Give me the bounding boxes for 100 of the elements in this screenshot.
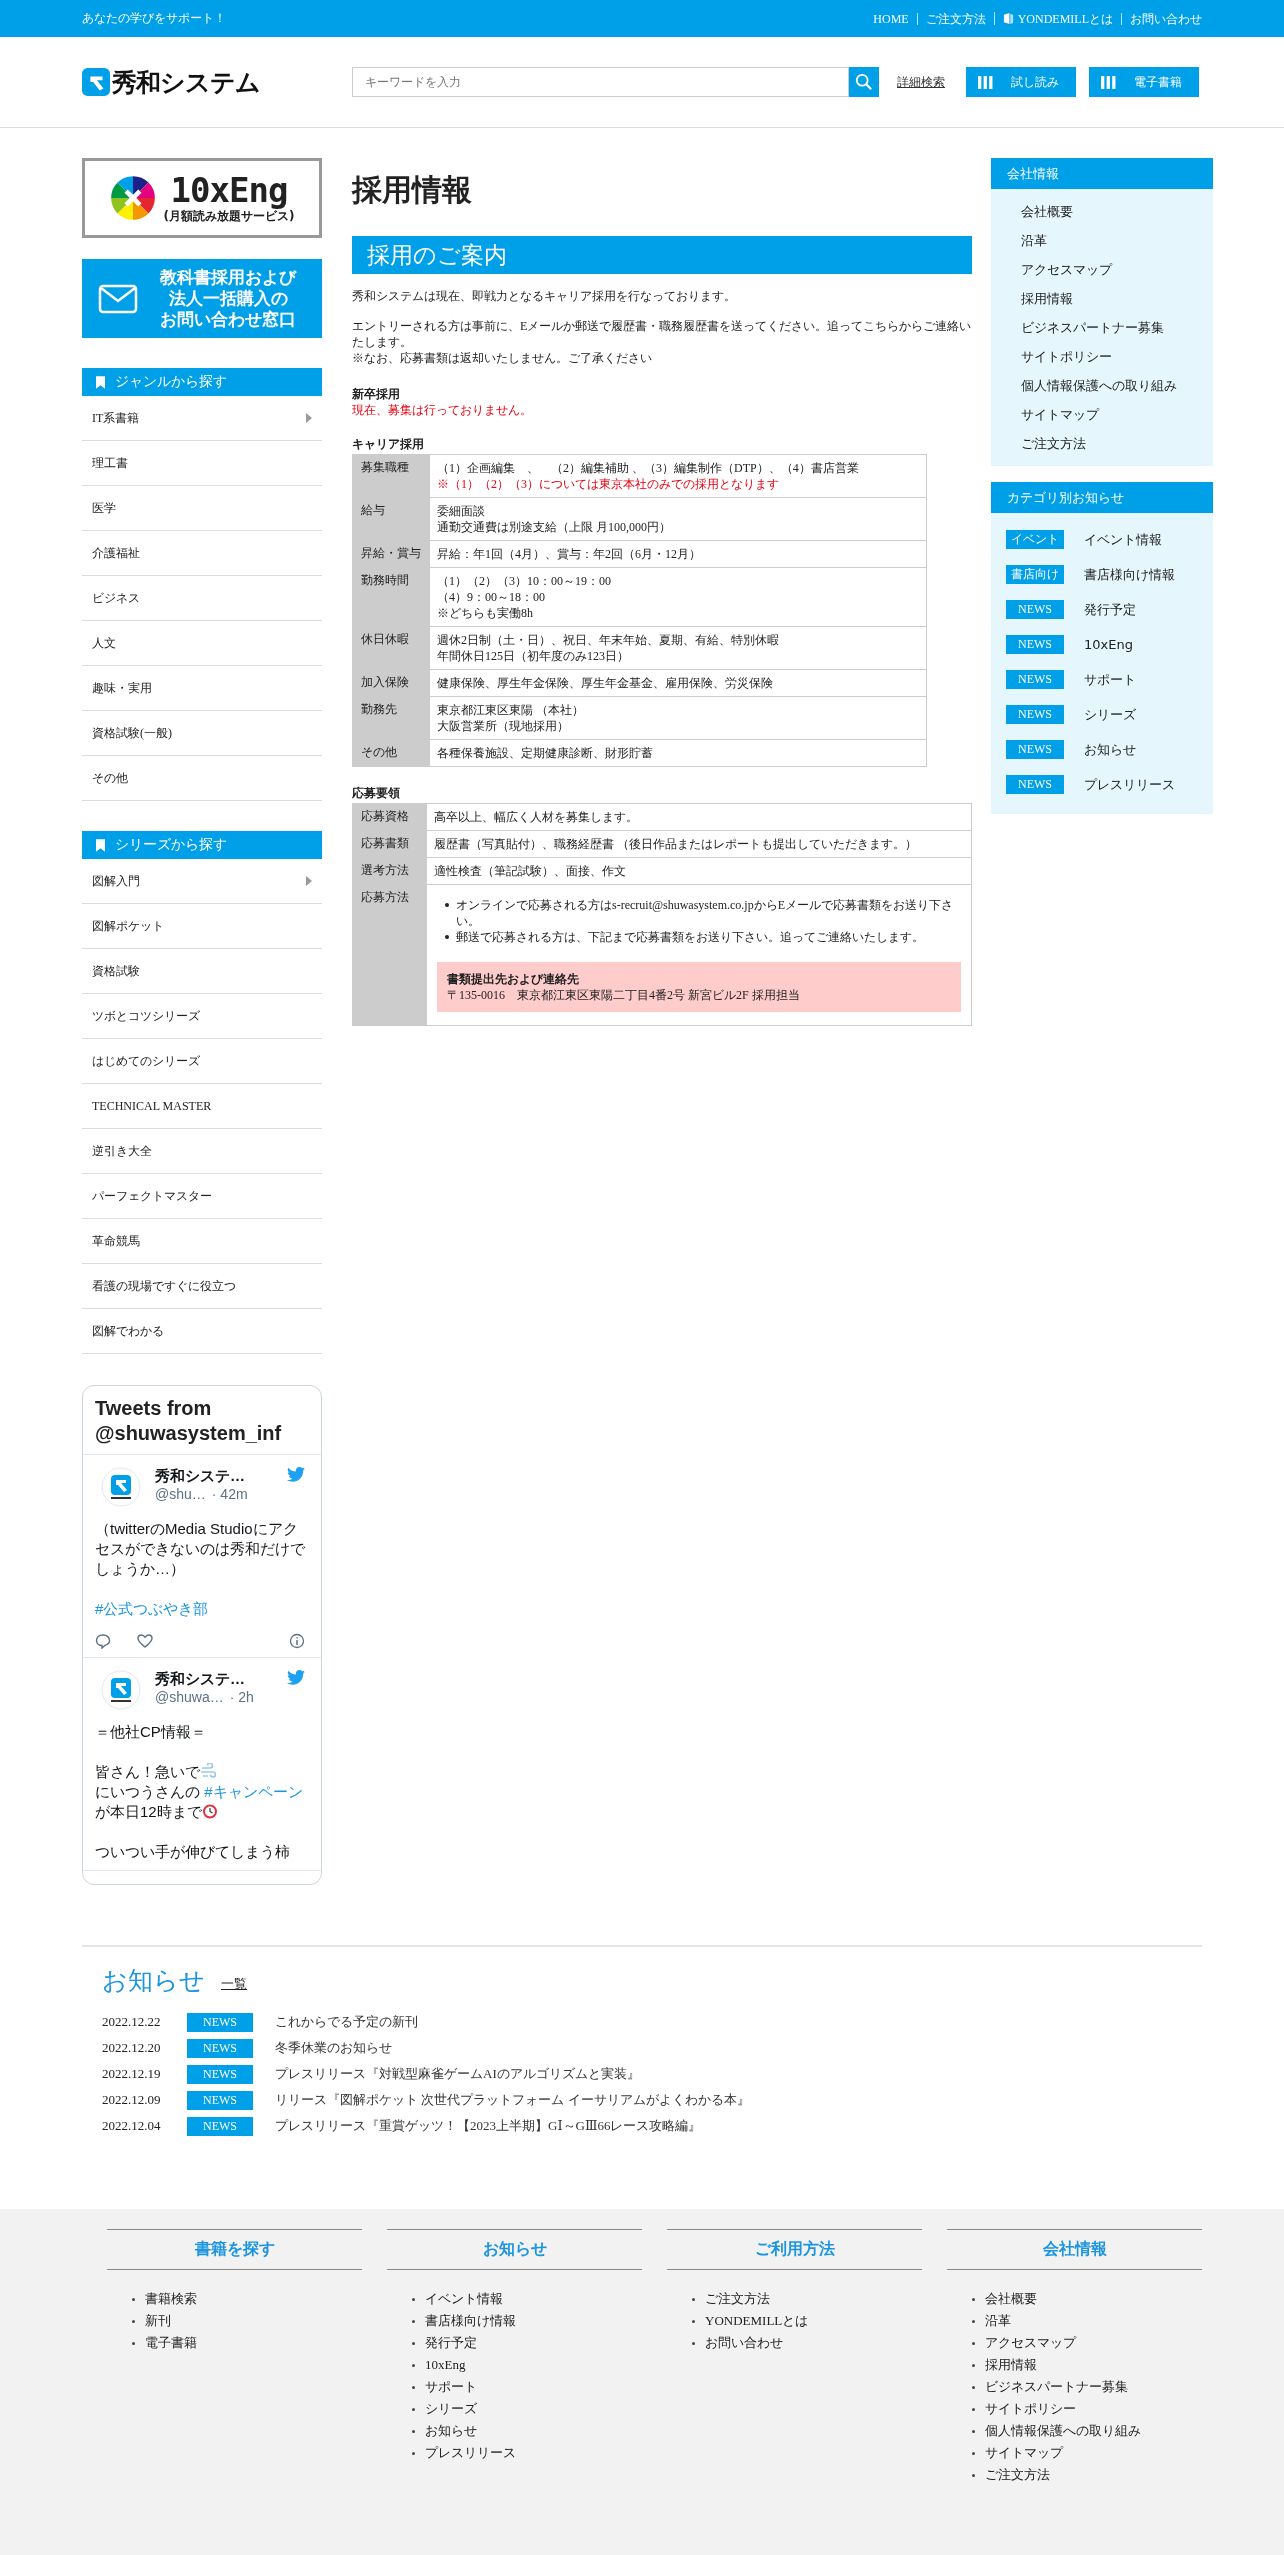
sidebar-link[interactable]: アクセスマップ [1021, 255, 1197, 284]
news-link[interactable]: 冬季休業のお知らせ [275, 2039, 392, 2057]
search-field[interactable]: キーワードを入力 [352, 67, 849, 97]
sidebar-item[interactable]: 趣味・実用 [82, 666, 322, 711]
bullet-icon [412, 2319, 415, 2323]
footer-link[interactable]: ビジネスパートナー募集 [985, 2378, 1128, 2396]
footer-link[interactable]: サイトマップ [985, 2444, 1063, 2462]
bullet-icon [445, 903, 449, 907]
footer-link[interactable]: アクセスマップ [985, 2334, 1076, 2352]
sidebar-link[interactable]: ビジネスパートナー募集 [1021, 313, 1197, 342]
news-tag: NEWS [187, 2038, 253, 2058]
sidebar-item[interactable]: パーフェクトマスター [82, 1174, 322, 1219]
tweet-time[interactable]: · 42m [211, 1486, 248, 1502]
sidebar-link[interactable]: 会社概要 [1021, 197, 1197, 226]
heart-icon[interactable] [137, 1633, 153, 1649]
footer-link[interactable]: 会社概要 [985, 2290, 1037, 2308]
footer-link[interactable]: プレスリリース [425, 2444, 516, 2462]
footer-link[interactable]: お知らせ [425, 2422, 477, 2440]
footer-link[interactable]: 書籍検索 [145, 2290, 197, 2308]
footer-link[interactable]: お問い合わせ [705, 2334, 783, 2352]
bullet-icon [972, 2451, 975, 2455]
footer-link[interactable]: 採用情報 [985, 2356, 1037, 2374]
sidebar-item[interactable]: 逆引き大全 [82, 1129, 322, 1174]
sidebar-link[interactable]: 沿革 [1021, 226, 1197, 255]
footer-link[interactable]: 沿革 [985, 2312, 1011, 2330]
site-logo[interactable]: 秀和システム [82, 65, 352, 99]
news-link[interactable]: リリース『図解ポケット 次世代プラットフォーム イーサリアムがよくわかる本』 [275, 2091, 750, 2109]
service-banner[interactable]: 10xEng (月額読み放題サービス) [82, 158, 322, 238]
sidebar-item[interactable]: 医学 [82, 486, 322, 531]
footer-heading: お知らせ [387, 2229, 642, 2270]
sidebar-item[interactable]: 革命競馬 [82, 1219, 322, 1264]
view-all-link[interactable]: 一覧 [221, 1975, 247, 1997]
bullet-icon [412, 2429, 415, 2433]
category-link[interactable]: サポート [1084, 670, 1136, 689]
table-cell-text: 週休2日制（土・日）、祝日、年末年始、夏期、有給、特別休暇 [437, 632, 780, 648]
sidebar-item[interactable]: 図解でわかる [82, 1309, 322, 1354]
news-link[interactable]: これからでる予定の新刊 [275, 2013, 418, 2031]
author-name[interactable]: 秀和システ… [155, 1467, 279, 1486]
row-label: 給与 [352, 497, 430, 541]
footer-link[interactable]: YONDEMILLとは [705, 2312, 809, 2330]
sidebar-item[interactable]: その他 [82, 756, 322, 801]
tweet-time[interactable]: · 2h [229, 1689, 254, 1705]
author-name[interactable]: 秀和システ… [155, 1670, 279, 1689]
category-link[interactable]: 書店様向け情報 [1084, 565, 1175, 584]
category-link[interactable]: お知らせ [1084, 740, 1136, 759]
sidebar-item[interactable]: TECHNICAL MASTER [82, 1084, 322, 1129]
category-link[interactable]: 10xEng [1084, 637, 1133, 652]
table-cell-text: （4）9：00～18：00 [437, 589, 546, 605]
category-link[interactable]: シリーズ [1084, 705, 1136, 724]
author-handle[interactable]: @shu… [155, 1486, 206, 1502]
news-link[interactable]: プレスリリース『対戦型麻雀ゲームAIのアルゴリズムと実装』 [275, 2065, 640, 2083]
category-link[interactable]: 発行予定 [1084, 600, 1136, 619]
footer-link[interactable]: サイトポリシー [985, 2400, 1076, 2418]
news-link[interactable]: プレスリリース『重賞ゲッツ！【2023上半期】GⅠ～GⅢ66レース攻略編』 [275, 2117, 702, 2135]
sidebar-item[interactable]: 看護の現場ですぐに役立つ [82, 1264, 322, 1309]
sidebar-link[interactable]: 採用情報 [1021, 284, 1197, 313]
bullet-icon [132, 2297, 135, 2301]
footer-link[interactable]: 新刊 [145, 2312, 171, 2330]
sidebar-link[interactable]: サイトポリシー [1021, 342, 1197, 371]
sidebar-item[interactable]: 資格試験(一般) [82, 711, 322, 756]
footer-link[interactable]: サポート [425, 2378, 477, 2396]
footer-link[interactable]: 10xEng [425, 2357, 466, 2373]
sidebar-link[interactable]: ご注文方法 [1021, 429, 1197, 458]
search-button[interactable] [849, 67, 879, 97]
table-cell-text: 各種保養施設、定期健康診断、財形貯蓄 [437, 745, 654, 761]
intro-paragraph: 秀和システムは現在、即戦力となるキャリア採用を行なっております。 [352, 288, 737, 304]
sidebar-item[interactable]: ツボとコツシリーズ [82, 994, 322, 1039]
category-link[interactable]: プレスリリース [1084, 775, 1175, 794]
sidebar-item[interactable]: 図解入門 [82, 859, 322, 904]
contact-banner-text: お問い合わせ窓口 [160, 309, 296, 330]
reply-icon[interactable] [95, 1633, 111, 1649]
footer-link[interactable]: 書店様向け情報 [425, 2312, 516, 2330]
footer-link[interactable]: 発行予定 [425, 2334, 477, 2352]
footer-link[interactable]: イベント情報 [425, 2290, 503, 2308]
sidebar-item[interactable]: 理工書 [82, 441, 322, 486]
subheading: キャリア採用 [352, 436, 425, 452]
footer-link[interactable]: ご注文方法 [985, 2466, 1050, 2484]
info-icon[interactable] [289, 1633, 305, 1649]
advanced-search-link[interactable]: 詳細検索 [897, 73, 945, 91]
table-cell-text: 履歴書（写真貼付）、職務経歴書 （後日作品またはレポートも提出していただきます。） [434, 836, 918, 852]
footer-link[interactable]: シリーズ [425, 2400, 477, 2418]
bullet-icon [972, 2429, 975, 2433]
sidebar-item[interactable]: 介護福祉 [82, 531, 322, 576]
sidebar-link[interactable]: サイトマップ [1021, 400, 1197, 429]
category-link[interactable]: イベント情報 [1084, 530, 1162, 549]
sidebar-item[interactable]: 人文 [82, 621, 322, 666]
sidebar-item[interactable]: ビジネス [82, 576, 322, 621]
row-label: 昇給・賞与 [352, 540, 430, 568]
sidebar-item[interactable]: はじめてのシリーズ [82, 1039, 322, 1084]
sidebar-link[interactable]: 個人情報保護への取り組み [1021, 371, 1197, 400]
bird-icon[interactable] [287, 1467, 305, 1482]
footer-link[interactable]: 電子書籍 [145, 2334, 197, 2352]
sidebar-item[interactable]: IT系書籍 [82, 396, 322, 441]
bird-icon[interactable] [287, 1670, 305, 1685]
footer-link[interactable]: 個人情報保護への取り組み [985, 2422, 1141, 2440]
sidebar-item[interactable]: 図解ポケット [82, 904, 322, 949]
table-cell-text: ※どちらも実働8h [437, 605, 534, 621]
sidebar-item[interactable]: 資格試験 [82, 949, 322, 994]
author-handle[interactable]: @shuwa… [155, 1689, 224, 1705]
footer-link[interactable]: ご注文方法 [705, 2290, 770, 2308]
